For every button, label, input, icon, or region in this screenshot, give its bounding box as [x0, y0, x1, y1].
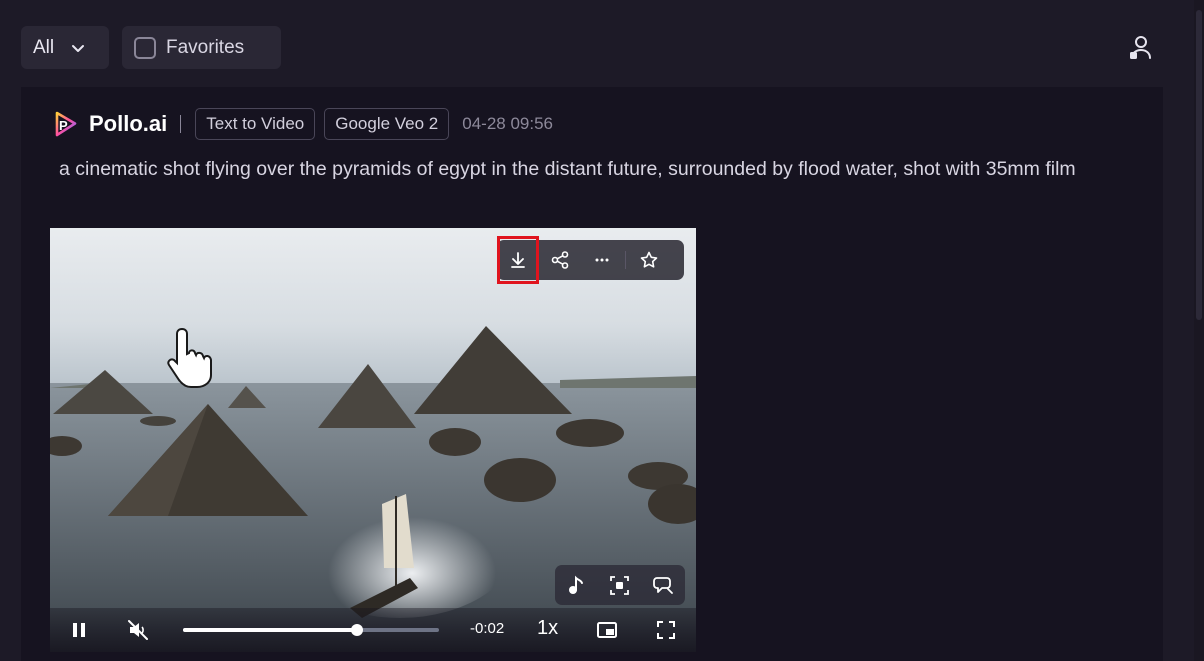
- progress-fill: [183, 628, 358, 632]
- speech-bubble-icon[interactable]: [652, 575, 674, 596]
- progress-bar[interactable]: [183, 624, 439, 636]
- star-icon: [640, 251, 658, 268]
- favorite-button[interactable]: [628, 240, 670, 280]
- download-icon: [511, 252, 525, 268]
- profile-switch-icon[interactable]: [1126, 33, 1156, 63]
- pollo-logo-icon: P: [55, 111, 77, 137]
- download-button[interactable]: [497, 236, 539, 284]
- card-header: P Pollo.ai Text to Video Google Veo 2 04…: [51, 107, 553, 141]
- video-player[interactable]: -0:02 1x: [50, 228, 696, 652]
- playback-speed-button[interactable]: 1x: [537, 617, 558, 640]
- prompt-text: a cinematic shot flying over the pyramid…: [59, 158, 1076, 180]
- share-icon: [551, 251, 569, 269]
- screenshot-icon[interactable]: [609, 575, 630, 596]
- more-icon: [595, 258, 609, 262]
- action-divider: [625, 251, 626, 269]
- created-timestamp: 04-28 09:56: [462, 114, 554, 133]
- mode-tag: Text to Video: [195, 108, 316, 140]
- pause-button[interactable]: [68, 619, 90, 641]
- header-separator: [180, 115, 182, 133]
- share-button[interactable]: [539, 240, 581, 280]
- volume-muted-icon: [128, 620, 148, 640]
- video-action-bar: [497, 236, 684, 284]
- video-tool-bar: [555, 565, 685, 605]
- model-tag: Google Veo 2: [324, 108, 450, 140]
- music-note-icon[interactable]: [566, 575, 587, 596]
- more-button[interactable]: [581, 240, 623, 280]
- top-toolbar: All Favorites: [0, 0, 1204, 90]
- favorites-label: Favorites: [166, 36, 245, 58]
- favorites-checkbox[interactable]: [134, 36, 156, 59]
- page-scrollbar[interactable]: [1194, 0, 1204, 661]
- brand-name: Pollo.ai: [89, 111, 168, 136]
- picture-in-picture-icon: [597, 622, 617, 638]
- filter-dropdown-value: All: [33, 36, 55, 58]
- mute-button[interactable]: [127, 619, 149, 641]
- fullscreen-icon: [657, 621, 675, 639]
- picture-in-picture-button[interactable]: [596, 619, 618, 641]
- time-remaining: -0:02: [470, 620, 505, 637]
- fullscreen-button[interactable]: [655, 619, 677, 641]
- filter-dropdown[interactable]: All: [21, 26, 109, 69]
- chevron-down-icon: [72, 44, 85, 52]
- video-controls: -0:02 1x: [50, 608, 696, 652]
- hand-cursor-icon: [167, 327, 212, 388]
- progress-handle[interactable]: [351, 624, 364, 636]
- svg-text:P: P: [59, 118, 68, 133]
- generation-card: P Pollo.ai Text to Video Google Veo 2 04…: [21, 87, 1163, 661]
- favorites-toggle[interactable]: Favorites: [122, 26, 281, 69]
- pause-icon: [73, 623, 85, 637]
- scrollbar-thumb[interactable]: [1196, 10, 1202, 320]
